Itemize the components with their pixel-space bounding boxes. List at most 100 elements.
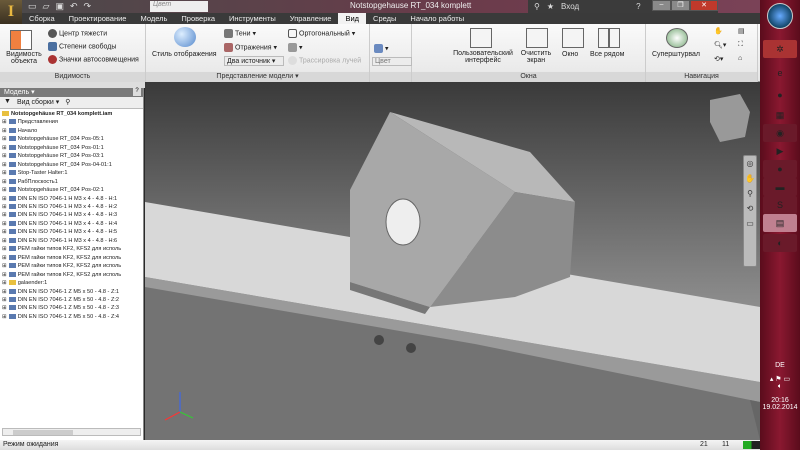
tree-item[interactable]: ⊞ PEM гайки типов KF2, KFS2 для исполь bbox=[2, 271, 141, 279]
tree-item[interactable]: ⊞ DIN EN ISO 7046-1 H M3 x 4 - 4.8 - H:2 bbox=[2, 203, 141, 211]
tree-item[interactable]: ⊞ Notstopgehäuse RT_034 Pos-01:1 bbox=[2, 144, 141, 152]
expand-icon[interactable]: ⊞ bbox=[2, 297, 7, 303]
explorer-icon[interactable]: ▦ bbox=[763, 106, 797, 124]
ie-icon[interactable]: e bbox=[763, 64, 797, 82]
tab-design[interactable]: Проектирование bbox=[62, 13, 134, 24]
tree-item[interactable]: ⊞ Notstopgehäuse RT_034 Pos-04-01:1 bbox=[2, 161, 141, 169]
expand-icon[interactable]: ⊞ bbox=[2, 145, 7, 151]
color-combo[interactable]: Цвет bbox=[150, 1, 208, 12]
find-icon[interactable]: ⚲ bbox=[65, 98, 70, 107]
shadows-button[interactable]: Тени ▾ bbox=[224, 29, 256, 38]
expand-icon[interactable]: ⊞ bbox=[2, 196, 7, 202]
undo-icon[interactable]: ↶ bbox=[70, 1, 78, 12]
tab-assembly[interactable]: Сборка bbox=[22, 13, 62, 24]
snap-icons-button[interactable]: Значки автосовмещения bbox=[48, 55, 139, 64]
minimize-button[interactable]: – bbox=[652, 0, 671, 11]
browser-hscrollbar[interactable] bbox=[2, 428, 141, 436]
ortho-dropdown[interactable]: Ортогональный ▾ bbox=[288, 29, 355, 38]
zoom-icon[interactable]: 🔍︎▾ bbox=[714, 41, 726, 49]
help-icon[interactable]: ? bbox=[636, 2, 640, 11]
save-icon[interactable]: ▣ bbox=[55, 1, 64, 12]
tree-root[interactable]: Notstopgehäuse RT_034 komplett.iam bbox=[2, 110, 141, 118]
star-icon[interactable]: ★ bbox=[547, 2, 554, 11]
expand-icon[interactable]: ⊞ bbox=[2, 119, 7, 125]
lighting-dropdown[interactable]: Два источник ▾ bbox=[224, 56, 284, 66]
tree-item[interactable]: ⊞ Представления bbox=[2, 118, 141, 126]
window-button[interactable]: Окно bbox=[562, 51, 578, 58]
tree-item[interactable]: ⊞ DIN EN ISO 7046-1 H M3 x 4 - 4.8 - H:4 bbox=[2, 220, 141, 228]
user-interface-button[interactable]: Пользовательский интерфейс bbox=[448, 50, 518, 64]
expand-icon[interactable]: ⊞ bbox=[2, 305, 7, 311]
tree-item[interactable]: ⊞ DIN EN ISO 7046-1 H M3 x 4 - 4.8 - H:1 bbox=[2, 195, 141, 203]
ground-shadow-button[interactable]: ▾ bbox=[288, 43, 303, 52]
tree-item[interactable]: ⊞ DIN EN ISO 7046-1 Z M5 x 50 - 4.8 - Z:3 bbox=[2, 304, 141, 312]
media-icon[interactable]: ▶ bbox=[763, 142, 797, 160]
reflections-button[interactable]: Отражения ▾ bbox=[224, 43, 277, 52]
look-at-icon[interactable]: ▭ bbox=[745, 219, 755, 231]
chrome-icon[interactable]: ◉ bbox=[763, 124, 797, 142]
expand-icon[interactable]: ⊞ bbox=[2, 153, 7, 159]
inventor-taskbar-icon[interactable]: ▤ bbox=[763, 214, 797, 232]
signin-button[interactable]: Вход bbox=[561, 2, 579, 11]
center-of-gravity-button[interactable]: Центр тяжести bbox=[48, 29, 107, 38]
tree-item[interactable]: ⊞ Notstopgehäuse RT_034 Pos-05:1 bbox=[2, 135, 141, 143]
tab-model[interactable]: Модель bbox=[133, 13, 174, 24]
pan-icon[interactable]: ✋ bbox=[745, 174, 755, 186]
maximize-button[interactable]: ❐ bbox=[671, 0, 690, 11]
clean-screen-button[interactable]: Очистить экран bbox=[516, 50, 556, 64]
tile-button[interactable]: Все рядом bbox=[590, 51, 624, 58]
tree-item[interactable]: ⊞ DIN EN ISO 7046-1 H M3 x 4 - 4.8 - H:5 bbox=[2, 228, 141, 236]
look-at-icon[interactable]: ▤ bbox=[738, 27, 745, 35]
wheel-icon[interactable]: ◎ bbox=[745, 159, 755, 171]
object-visibility-button[interactable]: Видимость объекта bbox=[4, 51, 44, 65]
expand-icon[interactable]: ⊞ bbox=[2, 187, 7, 193]
orbit-icon[interactable]: ⟲▾ bbox=[714, 55, 723, 63]
home-icon[interactable]: ⌂ bbox=[738, 55, 742, 62]
open-icon[interactable]: ▱ bbox=[43, 1, 50, 12]
zoom-all-icon[interactable]: ⛶ bbox=[738, 41, 743, 49]
green-app-icon[interactable]: ● bbox=[763, 160, 797, 178]
expand-icon[interactable]: ⊞ bbox=[2, 246, 7, 252]
clock-date[interactable]: 19.02.2014 bbox=[760, 404, 800, 411]
tree-item[interactable]: ⊞ Notstopgehäuse RT_034 Pos-02:1 bbox=[2, 186, 141, 194]
clock-time[interactable]: 20:16 bbox=[760, 397, 800, 404]
taskbar-app[interactable]: ✲ bbox=[763, 40, 797, 58]
expand-icon[interactable]: ⊞ bbox=[2, 272, 7, 278]
binoculars-icon[interactable]: ⚲ bbox=[534, 2, 540, 11]
tab-view[interactable]: Вид bbox=[338, 13, 367, 24]
tree-item[interactable]: ⊞ PEM гайки типов KF2, KFS2 для исполь bbox=[2, 262, 141, 270]
steering-wheel-button[interactable]: Суперштурвал bbox=[652, 51, 700, 58]
expand-icon[interactable]: ⊞ bbox=[2, 212, 7, 218]
application-menu-button[interactable]: I bbox=[0, 0, 22, 24]
firefox-icon[interactable]: ● bbox=[763, 86, 797, 104]
browser-title[interactable]: Модель bbox=[4, 89, 29, 96]
tree-item[interactable]: ⊞ PEM гайки типов KF2, KFS2 для исполь bbox=[2, 254, 141, 262]
graphics-viewport[interactable] bbox=[145, 82, 760, 440]
new-icon[interactable]: ▭ bbox=[28, 1, 37, 12]
visual-style-button[interactable]: Стиль отображения bbox=[152, 51, 217, 58]
language-indicator[interactable]: DE bbox=[760, 362, 800, 369]
browser-close-button[interactable]: ? bbox=[133, 88, 141, 96]
expand-icon[interactable]: ⊞ bbox=[2, 263, 7, 269]
tree-item[interactable]: ⊞ РабПлоскость1 bbox=[2, 178, 141, 186]
skype-icon[interactable]: S bbox=[763, 196, 797, 214]
expand-icon[interactable]: ⊞ bbox=[2, 314, 7, 320]
filter-icon[interactable]: ▼ bbox=[4, 98, 11, 107]
tray-icons[interactable]: ▴ ⚑ ▭ 🔈︎ bbox=[760, 375, 800, 391]
expand-icon[interactable]: ⊞ bbox=[2, 162, 7, 168]
viewcube[interactable] bbox=[710, 94, 750, 142]
tab-environments[interactable]: Среды bbox=[366, 13, 403, 24]
expand-icon[interactable]: ⊞ bbox=[2, 229, 7, 235]
dof-button[interactable]: Степени свободы bbox=[48, 42, 116, 51]
assembly-view-dropdown[interactable]: Вид сборки ▾ bbox=[17, 98, 59, 107]
expand-icon[interactable]: ⊞ bbox=[2, 204, 7, 210]
color-dropdown[interactable]: Цвет bbox=[372, 57, 412, 66]
tree-item[interactable]: ⊞ Notstopgehäuse RT_034 Pos-03:1 bbox=[2, 152, 141, 160]
orbit-icon[interactable]: ⟲ bbox=[745, 204, 755, 216]
tree-item[interactable]: ⊞ PEM гайки типов KF2, KFS2 для исполь bbox=[2, 245, 141, 253]
tree-item[interactable]: ⊞ DIN EN ISO 7046-1 Z M5 x 50 - 4.8 - Z:4 bbox=[2, 313, 141, 321]
tab-tools[interactable]: Инструменты bbox=[222, 13, 283, 24]
pan-icon[interactable]: ✋ bbox=[714, 27, 723, 35]
expand-icon[interactable]: ⊞ bbox=[2, 255, 7, 261]
tab-inspect[interactable]: Проверка bbox=[174, 13, 222, 24]
